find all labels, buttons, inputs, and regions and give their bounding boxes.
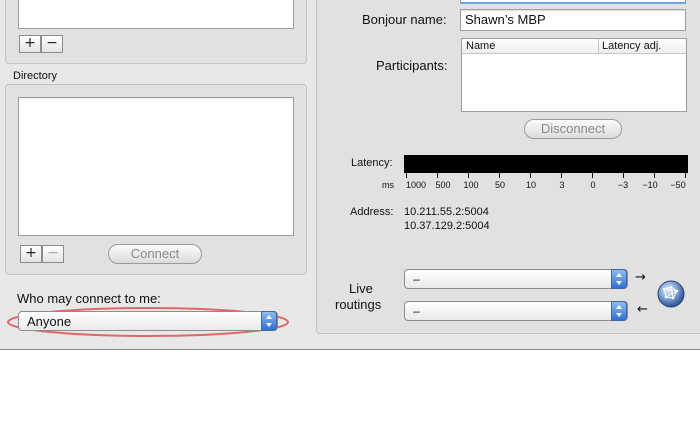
live-routing-out-value: – [413, 304, 420, 318]
address-value-1: 10.211.55.2:5004 [404, 206, 489, 218]
add-directory-button[interactable]: + [20, 245, 42, 263]
session-name-field[interactable] [460, 0, 686, 4]
left-arrow-icon: ← [637, 302, 648, 317]
sessions-group: + − [5, 0, 307, 64]
updown-arrows-icon [261, 311, 277, 331]
updown-arrows-icon [611, 269, 627, 289]
latency-scale: 1000 500 100 50 10 3 0 −3 −10 −50 [404, 173, 688, 193]
scale-label: 3 [559, 180, 565, 190]
live-routing-in-value: – [413, 272, 420, 286]
scale-label: 0 [590, 180, 596, 190]
live-routings-label-line1: Live [349, 281, 373, 296]
disconnect-button[interactable]: Disconnect [524, 119, 622, 139]
scale-label: 50 [494, 180, 506, 190]
latency-meter [404, 155, 688, 173]
participants-table[interactable]: Name Latency adj. [461, 38, 687, 112]
column-divider [598, 39, 599, 53]
scale-label: −10 [642, 180, 658, 190]
latency-unit: ms [382, 180, 394, 190]
bonjour-name-label: Bonjour name: [362, 12, 447, 27]
scale-label: 100 [463, 180, 479, 190]
live-routings-label-line2: routings [335, 297, 382, 312]
who-may-connect-value: Anyone [27, 314, 72, 329]
latency-label: Latency: [351, 157, 393, 169]
directory-title: Directory [13, 70, 58, 82]
scale-label: 500 [435, 180, 451, 190]
right-arrow-icon: → [635, 270, 646, 285]
scale-label: 10 [525, 180, 537, 190]
live-routing-in-select[interactable]: – [404, 269, 628, 289]
directory-group: + − Connect [5, 84, 307, 275]
column-header-latency-adj[interactable]: Latency adj. [602, 40, 661, 52]
directory-list[interactable] [18, 97, 294, 236]
scale-label: −50 [670, 180, 686, 190]
column-header-name[interactable]: Name [466, 40, 495, 52]
remove-session-button[interactable]: − [41, 35, 63, 53]
who-may-connect-select[interactable]: Anyone [18, 311, 278, 331]
scale-label: 1000 [405, 180, 427, 190]
live-routing-out-select[interactable]: – [404, 301, 628, 321]
bonjour-name-field[interactable]: Shawn’s MBP [460, 9, 686, 31]
connect-button[interactable]: Connect [108, 244, 202, 264]
participants-label: Participants: [376, 58, 448, 73]
midi-network-window: + − Directory + − Connect Who may connec… [0, 0, 700, 350]
who-may-connect-label: Who may connect to me: [17, 291, 161, 306]
add-session-button[interactable]: + [19, 35, 41, 53]
updown-arrows-icon [611, 301, 627, 321]
address-value-2: 10.37.129.2:5004 [404, 220, 490, 232]
scale-label: −3 [617, 180, 629, 190]
address-label: Address: [350, 206, 394, 218]
sessions-list[interactable] [18, 0, 294, 29]
remove-directory-button[interactable]: − [42, 245, 64, 263]
network-globe-icon [657, 280, 685, 308]
